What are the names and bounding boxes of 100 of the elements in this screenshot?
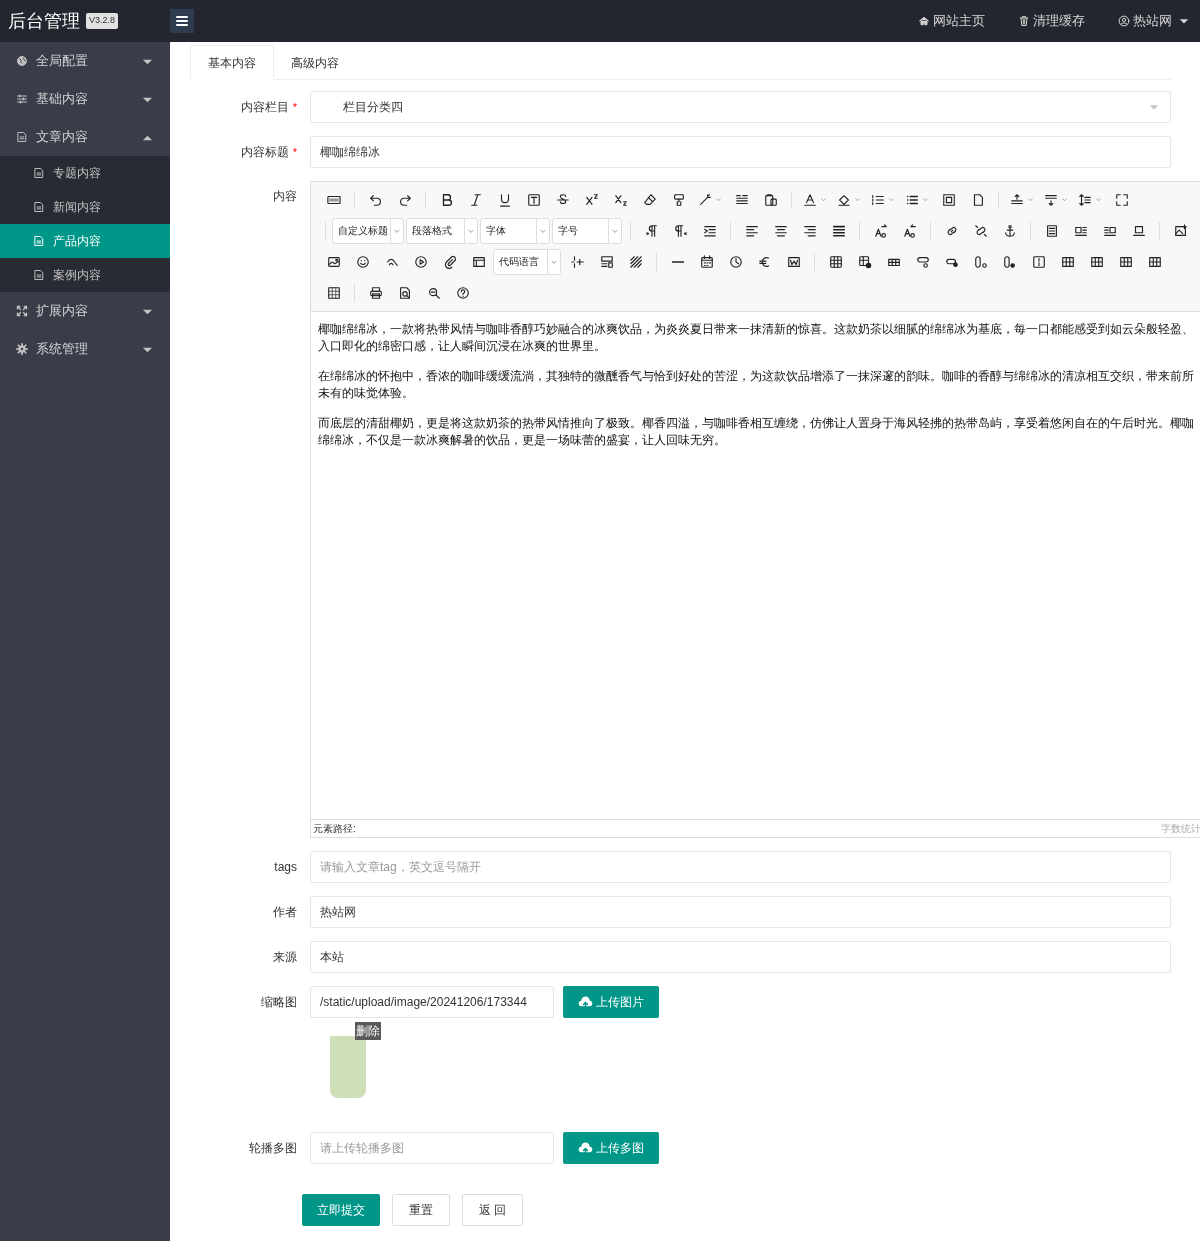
broken-link-icon	[973, 223, 988, 238]
paragraph: 而底层的清甜椰奶，更是将这款奶茶的热带风情推向了极致。椰香四溢，与咖啡香相互缠绕，仿佛让人置身于海风轻拂的热带岛屿，享受着悠闲自在的午后时光。椰咖绵绵冰，不仅是一款冰爽解暑的饮品，更是一场味蕾的盛宴，让人回味无穷。	[318, 415, 1195, 448]
trash-icon	[1018, 15, 1030, 27]
dropdown-select[interactable]: 字体	[480, 217, 550, 244]
cloud-upload-icon	[578, 1140, 593, 1156]
field-label: 来源	[273, 949, 297, 966]
align-center-icon	[773, 223, 788, 238]
center-block-icon	[1131, 223, 1146, 238]
table-grid-icon	[326, 285, 341, 300]
sidebar-item[interactable]: 基础内容	[0, 80, 170, 118]
magic-wand-icon	[698, 192, 712, 207]
paragraph-mark-icon	[673, 223, 688, 238]
table-icon	[828, 254, 843, 269]
spacing-below-icon	[1044, 192, 1058, 207]
indent-icon	[702, 223, 717, 238]
photo-placeholder	[330, 1036, 366, 1098]
dropdown-select[interactable]: 段落格式	[406, 217, 478, 244]
horizontal-rule-icon	[671, 260, 684, 263]
blockquote-icon	[734, 192, 749, 207]
justify-icon	[831, 223, 846, 238]
select-all-icon	[941, 192, 956, 207]
nav-link[interactable]: 清理缓存	[1018, 11, 1085, 31]
sidebar-subitem[interactable]: 案例内容	[0, 258, 170, 292]
upload-button[interactable]: 上传多图	[563, 1132, 659, 1164]
sidebar-item[interactable]: 系统管理	[0, 330, 170, 368]
dropdown-select[interactable]: 自定义标题	[332, 217, 404, 244]
sidebar-subitem[interactable]: 新闻内容	[0, 190, 170, 224]
delete-button[interactable]: 删除	[355, 1022, 381, 1040]
caret-icon	[1178, 16, 1190, 26]
form-button[interactable]: 重置	[392, 1194, 450, 1226]
tab[interactable]: 基本内容	[190, 45, 274, 80]
input-field[interactable]: 请输入文章tag，英文逗号隔开	[310, 851, 1171, 883]
page-break-icon	[570, 254, 585, 269]
redo-icon	[397, 192, 412, 207]
element-path-label: 元素路径:	[313, 822, 356, 836]
chevron-icon	[854, 196, 861, 203]
undo-icon	[368, 192, 383, 207]
home-icon	[918, 15, 930, 27]
input-field[interactable]: 热站网	[310, 896, 1171, 928]
chevron-icon	[888, 196, 895, 203]
table-cells-icon	[1147, 254, 1162, 269]
dropdown-select[interactable]: 代码语言	[493, 248, 561, 275]
sidebar-item[interactable]: 文章内容	[0, 118, 170, 156]
window-frame-icon	[471, 254, 486, 269]
sidebar-item[interactable]: 扩展内容	[0, 292, 170, 330]
align-left-icon	[744, 223, 759, 238]
field-label: 作者	[273, 904, 297, 921]
upload-button[interactable]: 上传图片	[563, 986, 659, 1018]
expand-arrows-icon	[16, 305, 28, 317]
nav-link[interactable]: 热站网	[1118, 11, 1190, 31]
sliders-icon	[16, 93, 28, 105]
dropdown-select[interactable]: 字号	[552, 217, 622, 244]
user-circle-icon	[1118, 15, 1130, 27]
diagonal-hatch-icon	[628, 254, 643, 269]
cloud-upload-icon	[578, 994, 593, 1010]
field-label: 内容栏目	[240, 99, 289, 116]
field-label: 轮播多图	[249, 1140, 297, 1157]
sidebar-subitem[interactable]: 产品内容	[0, 224, 170, 258]
strikethrough-icon	[555, 192, 570, 207]
caret-icon	[1148, 102, 1160, 112]
input-field[interactable]: 椰咖绵绵冰	[310, 136, 1171, 168]
play-circle-icon	[413, 254, 428, 269]
tab[interactable]: 高级内容	[274, 45, 356, 80]
chevron-icon	[820, 196, 827, 203]
required-mark: *	[292, 144, 297, 160]
paint-bucket-icon	[837, 192, 851, 207]
image-add-icon	[1173, 223, 1188, 238]
superscript-icon	[584, 192, 599, 207]
chevron-icon	[1061, 196, 1068, 203]
sidebar-subitem[interactable]: 专题内容	[0, 156, 170, 190]
spacing-above-icon	[1010, 192, 1024, 207]
document-search-icon	[397, 285, 412, 300]
sidebar-item[interactable]: 全局配置	[0, 42, 170, 80]
word-document-icon	[786, 254, 801, 269]
select-field[interactable]: 栏目分类四	[310, 91, 1171, 123]
form-button[interactable]: 立即提交	[302, 1194, 380, 1226]
paragraph: 在绵绵冰的怀抱中，香浓的咖啡缓缓流淌，其独特的微醺香气与恰到好处的苦涩，为这款饮品增添了一抹深邃的韵味。咖啡的香醇与绵绵冰的清凉相互交织，带来前所未有的味觉体验。	[318, 368, 1195, 401]
input-field[interactable]: /static/upload/image/20241206/173344	[310, 986, 554, 1018]
document-icon	[33, 269, 45, 281]
field-label: 内容标题	[240, 144, 289, 161]
paragraph-mark-icon	[644, 223, 659, 238]
input-field[interactable]: 本站	[310, 941, 1171, 973]
case-change-icon	[902, 223, 917, 238]
font-color-icon	[803, 192, 817, 207]
table-cells-icon	[1060, 254, 1075, 269]
table-remove-icon	[857, 254, 872, 269]
text-block-icon	[1044, 223, 1059, 238]
subscript-icon	[613, 192, 628, 207]
chevron-icon	[715, 196, 722, 203]
italic-icon	[468, 192, 483, 207]
nav-link[interactable]: 网站主页	[918, 11, 985, 31]
field-label: tags	[274, 859, 297, 876]
input-field[interactable]: 请上传轮播多图	[310, 1132, 554, 1164]
document-icon	[16, 131, 28, 143]
menu-icon	[174, 13, 190, 29]
menu-toggle-button[interactable]	[170, 9, 194, 33]
numbered-list-icon	[871, 192, 885, 207]
form-button[interactable]: 返 回	[462, 1194, 524, 1226]
chevron-icon	[922, 196, 929, 203]
text-box-icon	[526, 192, 541, 207]
